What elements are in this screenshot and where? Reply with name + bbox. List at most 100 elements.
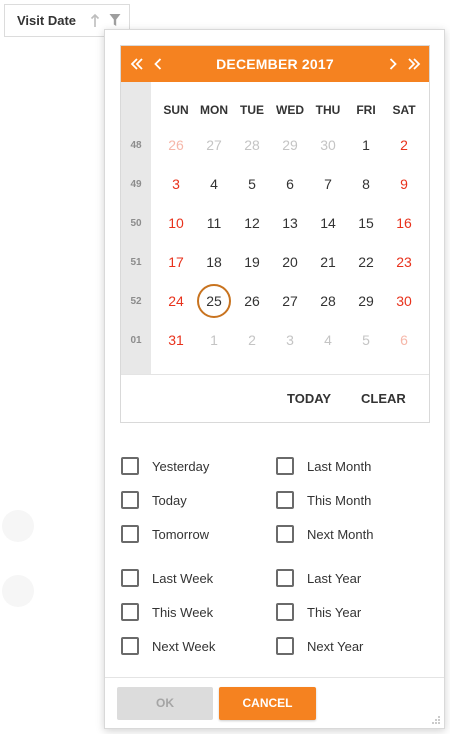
calendar-day[interactable]: 5 xyxy=(235,167,269,201)
calendar-day[interactable]: 15 xyxy=(349,206,383,240)
footer-divider xyxy=(105,677,444,678)
calendar-day[interactable]: 16 xyxy=(387,206,421,240)
calendar-day[interactable]: 8 xyxy=(349,167,383,201)
checkbox[interactable] xyxy=(121,525,139,543)
checkbox[interactable] xyxy=(276,525,294,543)
calendar-day[interactable]: 21 xyxy=(311,245,345,279)
calendar-day[interactable]: 27 xyxy=(197,128,231,162)
option-next-month[interactable]: Next Month xyxy=(276,524,373,544)
funnel-icon[interactable] xyxy=(109,13,121,27)
option-today[interactable]: Today xyxy=(121,490,187,510)
calendar-day[interactable]: 7 xyxy=(311,167,345,201)
option-label: Tomorrow xyxy=(152,526,210,542)
option-last-year[interactable]: Last Year xyxy=(276,568,361,588)
option-next-week[interactable]: Next Week xyxy=(121,636,215,656)
option-tomorrow[interactable]: Tomorrow xyxy=(121,524,209,544)
background-shape xyxy=(2,575,34,607)
option-last-month[interactable]: Last Month xyxy=(276,456,371,476)
calendar-day[interactable]: 10 xyxy=(159,206,193,240)
checkbox[interactable] xyxy=(276,569,294,587)
option-label: Yesterday xyxy=(152,458,210,474)
calendar-day[interactable]: 28 xyxy=(235,128,269,162)
calendar-day[interactable]: 29 xyxy=(273,128,307,162)
calendar-day[interactable]: 18 xyxy=(197,245,231,279)
day-of-week: WED xyxy=(276,103,304,117)
calendar-day[interactable]: 31 xyxy=(159,323,193,357)
checkbox[interactable] xyxy=(276,637,294,655)
calendar-day[interactable]: 6 xyxy=(387,323,421,357)
checkbox[interactable] xyxy=(276,603,294,621)
double-chevron-right-icon[interactable] xyxy=(402,46,426,82)
calendar-day[interactable]: 2 xyxy=(235,323,269,357)
day-of-week: FRI xyxy=(356,103,376,117)
calendar-day[interactable]: 11 xyxy=(197,206,231,240)
calendar-day[interactable]: 19 xyxy=(235,245,269,279)
week-number: 49 xyxy=(130,179,142,190)
week-number: 51 xyxy=(130,257,142,268)
option-label: Last Month xyxy=(307,458,372,474)
checkbox[interactable] xyxy=(121,491,139,509)
resize-grip-icon[interactable] xyxy=(431,715,441,725)
option-this-month[interactable]: This Month xyxy=(276,490,371,510)
checkbox[interactable] xyxy=(121,569,139,587)
column-title: Visit Date xyxy=(17,13,77,28)
checkbox[interactable] xyxy=(276,491,294,509)
calendar-day[interactable]: 22 xyxy=(349,245,383,279)
ok-button[interactable]: OK xyxy=(117,687,213,720)
calendar-day[interactable]: 27 xyxy=(273,284,307,318)
week-number: 50 xyxy=(130,218,142,229)
calendar-day[interactable]: 5 xyxy=(349,323,383,357)
option-label: Next Month xyxy=(307,526,374,542)
option-yesterday[interactable]: Yesterday xyxy=(121,456,209,476)
calendar-day[interactable]: 26 xyxy=(159,128,193,162)
calendar-day[interactable]: 28 xyxy=(311,284,345,318)
calendar-month-title[interactable]: DECEMBER 2017 xyxy=(181,46,369,82)
background-shape xyxy=(2,510,34,542)
option-label: Today xyxy=(152,492,187,508)
calendar-day[interactable]: 1 xyxy=(197,323,231,357)
calendar-day[interactable]: 13 xyxy=(273,206,307,240)
week-number: 48 xyxy=(130,140,142,151)
checkbox[interactable] xyxy=(276,457,294,475)
calendar-day[interactable]: 3 xyxy=(273,323,307,357)
option-this-week[interactable]: This Week xyxy=(121,602,213,622)
option-label: This Year xyxy=(307,604,362,620)
option-label: Next Week xyxy=(152,638,216,654)
calendar-header: DECEMBER 2017 xyxy=(121,46,429,82)
checkbox[interactable] xyxy=(121,603,139,621)
checkbox[interactable] xyxy=(121,457,139,475)
calendar-day[interactable]: 6 xyxy=(273,167,307,201)
calendar-day[interactable]: 12 xyxy=(235,206,269,240)
calendar-day[interactable]: 9 xyxy=(387,167,421,201)
option-next-year[interactable]: Next Year xyxy=(276,636,363,656)
sort-arrow-up-icon[interactable] xyxy=(90,13,100,29)
checkbox[interactable] xyxy=(121,637,139,655)
chevron-left-icon[interactable] xyxy=(146,46,170,82)
calendar-day[interactable]: 4 xyxy=(311,323,345,357)
calendar-day[interactable]: 14 xyxy=(311,206,345,240)
calendar-day[interactable]: 26 xyxy=(235,284,269,318)
day-of-week: SUN xyxy=(163,103,189,117)
cancel-button[interactable]: CANCEL xyxy=(219,687,316,720)
calendar-day[interactable]: 20 xyxy=(273,245,307,279)
day-of-week: SAT xyxy=(392,103,416,117)
calendar: DECEMBER 2017 SUN MON TUE WED THU FRI SA… xyxy=(120,45,430,423)
calendar-day[interactable]: 4 xyxy=(197,167,231,201)
week-number: 52 xyxy=(130,296,142,307)
calendar-day[interactable]: 30 xyxy=(311,128,345,162)
calendar-day-selected[interactable]: 25 xyxy=(197,284,231,318)
option-last-week[interactable]: Last Week xyxy=(121,568,213,588)
calendar-day[interactable]: 17 xyxy=(159,245,193,279)
calendar-day[interactable]: 29 xyxy=(349,284,383,318)
calendar-day[interactable]: 30 xyxy=(387,284,421,318)
option-label: This Week xyxy=(152,604,214,620)
calendar-day[interactable]: 2 xyxy=(387,128,421,162)
calendar-day[interactable]: 23 xyxy=(387,245,421,279)
calendar-day[interactable]: 1 xyxy=(349,128,383,162)
option-this-year[interactable]: This Year xyxy=(276,602,361,622)
calendar-day[interactable]: 3 xyxy=(159,167,193,201)
today-button[interactable]: TODAY xyxy=(287,375,331,423)
calendar-day[interactable]: 24 xyxy=(159,284,193,318)
clear-button[interactable]: CLEAR xyxy=(361,375,406,423)
day-of-week: THU xyxy=(315,103,341,117)
